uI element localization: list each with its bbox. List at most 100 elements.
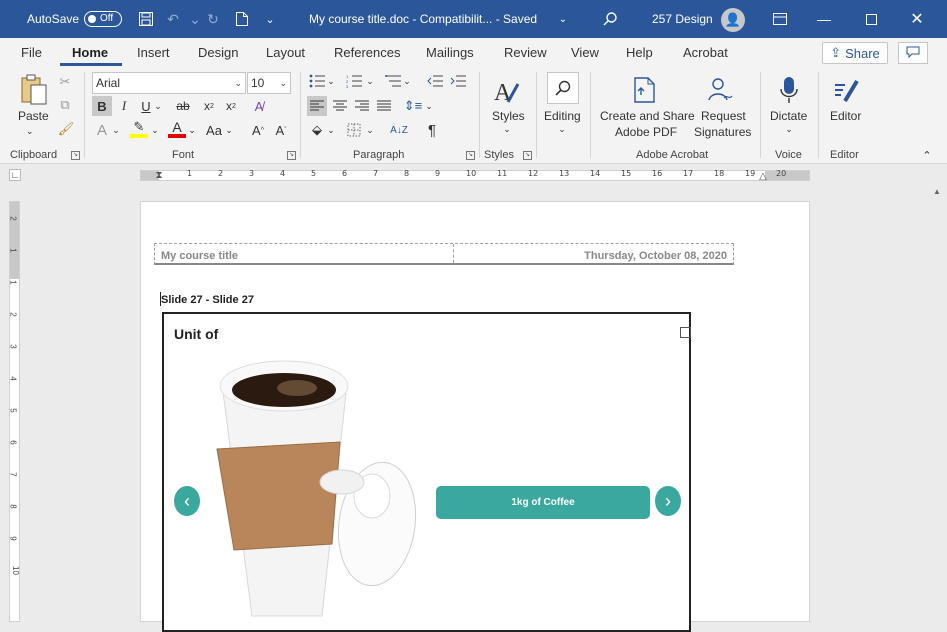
text-effects-icon[interactable]: A [94,121,110,139]
increase-indent-icon[interactable] [449,72,467,90]
strikethrough-button[interactable]: ab [173,96,193,116]
paste-icon[interactable] [18,72,50,108]
right-indent-marker-icon[interactable]: △ [759,170,767,182]
superscript-button[interactable]: x2 [222,96,240,116]
create-pdf-label-line2[interactable]: Adobe PDF [615,124,677,140]
shading-dropdown-icon[interactable]: ⌄ [327,121,335,139]
paragraph-launcher-icon[interactable]: ↘ [466,151,475,160]
clear-formatting-icon[interactable]: A̸ [250,96,268,116]
font-color-dropdown-icon[interactable]: ⌄ [188,121,196,139]
microphone-icon[interactable] [776,74,802,106]
next-arrow-button[interactable]: › [655,486,681,516]
borders-dropdown-icon[interactable]: ⌄ [366,121,374,139]
checkbox[interactable] [680,327,691,338]
request-signatures-line1[interactable]: Request [701,108,746,124]
subscript-button[interactable]: x2 [200,96,218,116]
customize-toolbar-icon[interactable]: ⌄ [260,9,280,29]
comments-button[interactable] [898,42,928,64]
dictate-label[interactable]: Dictate [770,108,807,124]
shading-icon[interactable]: ⬙ [308,121,326,139]
styles-label[interactable]: Styles [492,108,525,124]
share-button[interactable]: ⇪ Share [822,42,888,64]
tab-review[interactable]: Review [504,45,547,60]
save-icon[interactable] [136,9,156,29]
document-page[interactable]: My course title Thursday, October 08, 20… [140,201,810,632]
change-case-icon[interactable]: Aa [204,121,224,139]
bullets-icon[interactable] [308,72,326,90]
horizontal-ruler[interactable]: 1 2 3 4 5 6 7 8 9 10 11 12 13 14 15 16 17 18 19 20 [140,169,810,181]
align-center-button[interactable] [331,96,349,116]
previous-arrow-button[interactable]: ‹ [174,486,200,516]
answer-option-button[interactable]: 1kg of Coffee [436,486,650,519]
line-spacing-icon[interactable]: ⇕≡ [404,96,422,116]
create-pdf-label-line1[interactable]: Create and Share [600,108,695,124]
tab-design[interactable]: Design [198,45,238,60]
align-right-button[interactable] [353,96,371,116]
paste-dropdown-icon[interactable]: ⌄ [26,126,34,137]
decrease-indent-icon[interactable] [426,72,444,90]
editing-dropdown-icon[interactable]: ⌄ [558,124,566,135]
font-launcher-icon[interactable]: ↘ [287,151,296,160]
minimize-icon[interactable]: — [814,9,834,29]
clipboard-launcher-icon[interactable]: ↘ [71,151,80,160]
create-pdf-icon[interactable] [630,74,660,106]
paste-label[interactable]: Paste [18,108,49,124]
styles-dropdown-icon[interactable]: ⌄ [503,124,511,135]
request-signatures-icon[interactable] [706,74,736,106]
tab-layout[interactable]: Layout [266,45,305,60]
header-table[interactable]: My course title Thursday, October 08, 20… [154,243,734,265]
shrink-font-icon[interactable]: Aˇ [272,121,290,139]
font-name-dropdown[interactable]: Arial ⌄ [92,72,246,94]
numbering-dropdown-icon[interactable]: ⌄ [366,72,374,90]
align-left-button[interactable] [307,96,327,116]
font-size-dropdown[interactable]: 10 ⌄ [247,72,291,94]
italic-button[interactable]: I [116,96,132,116]
change-case-dropdown-icon[interactable]: ⌄ [225,121,233,139]
editing-icon[interactable] [547,72,579,104]
sort-icon[interactable]: A↓Z [390,121,408,139]
title-dropdown-icon[interactable]: ⌄ [553,9,573,29]
cut-icon[interactable]: ✂ [58,74,72,90]
avatar[interactable]: 👤 [721,8,745,32]
scroll-up-icon[interactable]: ▲ [932,186,942,196]
styles-icon[interactable]: A [491,74,523,108]
new-document-icon[interactable] [232,9,252,29]
tab-selector-icon[interactable]: ∟ [9,169,21,181]
redo-icon[interactable]: ↻ [203,9,223,29]
tab-view[interactable]: View [571,45,599,60]
autosave-toggle[interactable]: Off [84,11,122,27]
tab-references[interactable]: References [334,45,400,60]
vertical-scrollbar[interactable]: ▲ [928,186,947,622]
underline-dropdown-icon[interactable]: ⌄ [154,96,162,116]
vertical-ruler[interactable]: 2 1 1 2 3 4 5 6 7 8 9 10 [9,201,20,622]
collapse-ribbon-icon[interactable]: ⌃ [920,149,934,162]
font-color-icon[interactable]: A [168,119,186,138]
tab-file[interactable]: File [21,45,42,60]
ribbon-display-icon[interactable] [770,9,790,29]
show-formatting-icon[interactable]: ¶ [423,121,441,139]
multilevel-list-icon[interactable] [384,72,402,90]
grow-font-icon[interactable]: A ^ [249,121,267,139]
underline-button[interactable]: U [139,96,153,116]
tab-insert[interactable]: Insert [137,45,170,60]
tab-help[interactable]: Help [626,45,653,60]
multilevel-dropdown-icon[interactable]: ⌄ [403,72,411,90]
format-painter-icon[interactable]: 🖌 [58,121,75,137]
undo-dropdown-icon[interactable]: ⌄ [185,9,205,29]
maximize-icon[interactable] [861,9,881,29]
tab-home[interactable]: Home [72,45,108,60]
bullets-dropdown-icon[interactable]: ⌄ [327,72,335,90]
line-spacing-dropdown-icon[interactable]: ⌄ [425,96,433,116]
close-icon[interactable]: ✕ [907,9,927,29]
highlight-dropdown-icon[interactable]: ⌄ [151,121,159,139]
search-icon[interactable] [600,9,620,29]
numbering-icon[interactable]: 123 [345,72,363,90]
dictate-dropdown-icon[interactable]: ⌄ [785,124,793,135]
tab-acrobat[interactable]: Acrobat [683,45,728,60]
editor-icon[interactable] [830,74,862,106]
tab-mailings[interactable]: Mailings [426,45,474,60]
text-effects-dropdown-icon[interactable]: ⌄ [112,121,120,139]
request-signatures-line2[interactable]: Signatures [694,124,751,140]
borders-icon[interactable] [345,121,363,139]
undo-icon[interactable]: ↶ [163,9,183,29]
